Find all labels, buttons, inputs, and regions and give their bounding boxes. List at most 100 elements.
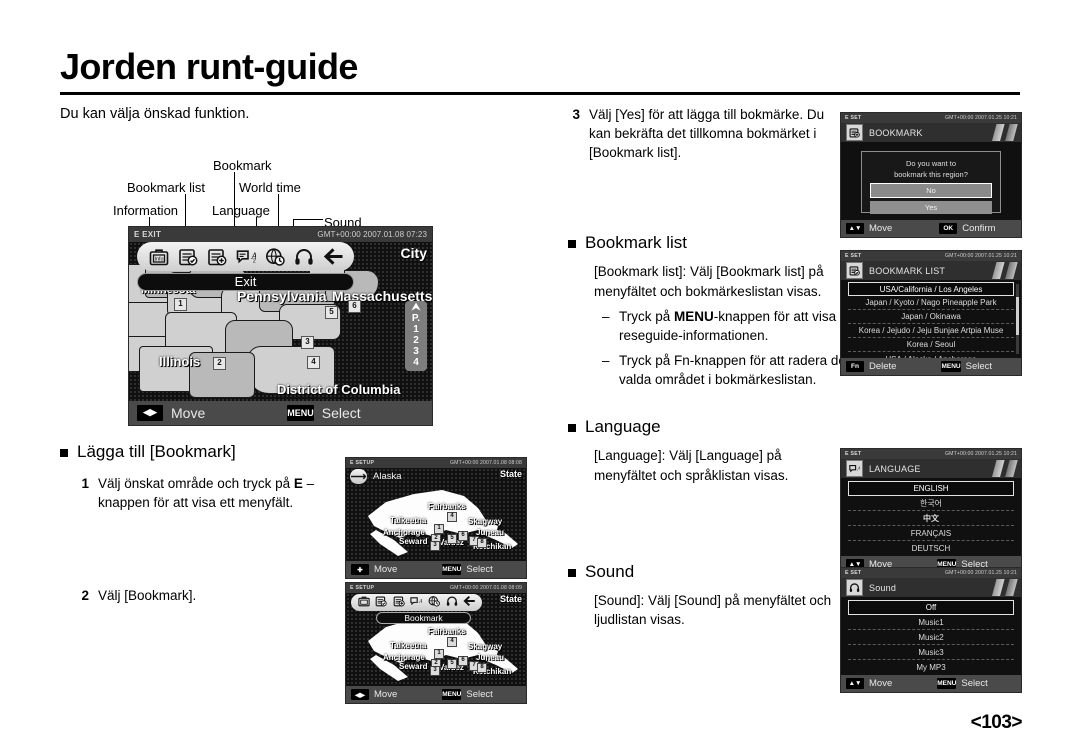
section-heading-add-bookmark-label: Lägga till [Bookmark] xyxy=(77,441,236,461)
sound-icon[interactable] xyxy=(294,247,314,266)
leader-sound-v xyxy=(293,218,294,226)
language-option-korean[interactable]: 한국어 xyxy=(848,496,1014,511)
bookmark-list-paragraph: [Bookmark list]: Välj [Bookmark list] på… xyxy=(594,264,824,299)
pager-page-1[interactable]: 1 xyxy=(405,324,427,335)
lcd-alaska2-menu-bar[interactable]: A xyxy=(351,594,482,611)
right-arrow-icon[interactable]: ⟶ xyxy=(350,469,367,484)
lcd-alaska2-select-label: Select xyxy=(466,689,493,700)
pager-page-3[interactable]: 3 xyxy=(405,346,427,357)
lcd-alaska-state-map[interactable]: E SETUP GMT+00:00 2007.01.08 08:08 Fairb… xyxy=(345,457,527,579)
lcd-alaska2-move-label: Move xyxy=(374,689,398,700)
ak2-city-seward: Seward xyxy=(399,662,428,671)
lcd-main-highlight-exit[interactable]: Exit xyxy=(137,272,354,291)
pager-page-4[interactable]: 4 xyxy=(405,357,427,368)
language-option-francais[interactable]: FRANÇAIS xyxy=(848,526,1014,541)
lcd-alaska2-bottombar: ◀▶ Move MENU Select xyxy=(346,686,526,703)
svg-text:2: 2 xyxy=(252,258,255,264)
bookmark-list-item-0[interactable]: USA/California / Los Angeles xyxy=(848,282,1014,296)
dialog-no-button[interactable]: No xyxy=(870,183,992,198)
sound-option-music3[interactable]: Music3 xyxy=(848,645,1014,660)
sound-option-off[interactable]: Off xyxy=(848,600,1014,615)
lcd-language[interactable]: E SET GMT+00:00 2007.01.25 10:21 A LANGU… xyxy=(840,448,1022,574)
lcd-confirm-status-right: GMT+00:00 2007.01.25 10:21 xyxy=(945,115,1017,121)
lcd-bmlist-status-left: E SET xyxy=(845,253,862,259)
menu-key-chip[interactable]: MENU xyxy=(941,361,961,372)
lcd-alaska-bookmark-menu[interactable]: E SETUP GMT+00:00 2007.01.08 08:09 Fairb… xyxy=(345,582,527,704)
lcd-confirm-status-left: E SET xyxy=(845,115,862,121)
language-icon[interactable]: A xyxy=(410,594,423,612)
confirm-dialog[interactable]: Do you want to bookmark this region? No … xyxy=(861,151,1001,214)
map-marker-2[interactable]: 2 xyxy=(213,356,226,370)
dialog-yes-button[interactable]: Yes xyxy=(870,201,992,214)
sound-options[interactable]: Off Music1 Music2 Music3 My MP3 xyxy=(848,600,1014,672)
dpad-lr-icon[interactable]: ◀▶ xyxy=(137,404,163,421)
fn-key-chip[interactable]: Fn xyxy=(846,361,864,372)
lcd-alaska1-bottombar: ✚ Move MENU Select xyxy=(346,561,526,578)
menu-key-chip[interactable]: MENU xyxy=(442,689,462,700)
map-marker-1[interactable]: 1 xyxy=(174,297,187,311)
language-option-chinese[interactable]: 中文 xyxy=(848,511,1014,526)
sound-option-music1[interactable]: Music1 xyxy=(848,615,1014,630)
dpad-4way-icon[interactable]: ✚ xyxy=(351,564,369,575)
bookmark-list-options[interactable]: USA/California / Los Angeles Japan / Kyo… xyxy=(848,282,1014,364)
bookmark-list-icon[interactable] xyxy=(375,594,388,612)
map-marker-4[interactable]: 4 xyxy=(307,355,320,369)
bookmark-add-icon[interactable] xyxy=(207,247,227,266)
bookmark-list-item-2[interactable]: Japan / Okinawa xyxy=(848,310,1014,324)
menu-key-chip[interactable]: MENU xyxy=(442,564,462,575)
bookmark-add-icon[interactable] xyxy=(393,594,405,612)
lcd-world-tour-map[interactable]: E EXIT GMT+00:00 2007.01.08 07:23 Illino… xyxy=(128,225,433,426)
info-icon[interactable] xyxy=(358,594,370,612)
ok-key-chip[interactable]: OK xyxy=(939,223,958,234)
ak1-city-fairbanks: Fairbanks xyxy=(428,502,466,511)
lcd-bookmark-list[interactable]: E SET GMT+00:00 2007.01.25 10:21 BOOKMAR… xyxy=(840,250,1022,376)
bookmark-list-item-1[interactable]: Japan / Kyoto / Nago Pineapple Park xyxy=(848,296,1014,310)
lcd-sound[interactable]: E SET GMT+00:00 2007.01.25 10:21 Sound O… xyxy=(840,567,1022,693)
bookmark-list-item-3[interactable]: Korea / Jejudo / Jeju Bunjae Artpia Muse xyxy=(848,324,1014,338)
dpad-lr-icon[interactable]: ◀▶ xyxy=(351,689,369,700)
corner-decoration xyxy=(973,579,1019,596)
lcd-bookmark-confirm[interactable]: E SET GMT+00:00 2007.01.25 10:21 BOOKMAR… xyxy=(840,112,1022,238)
dpad-ud-icon[interactable]: ▲▼ xyxy=(846,223,864,234)
lcd-main-menu-bar[interactable]: Info A2 xyxy=(137,241,354,271)
bookmark-list-icon xyxy=(846,262,863,279)
lcd-alaska2-highlight-bookmark[interactable]: Bookmark xyxy=(376,612,471,624)
menu-key-chip[interactable]: MENU xyxy=(937,678,957,689)
dpad-ud-icon[interactable]: ▲▼ xyxy=(846,678,864,689)
corner-decoration xyxy=(973,460,1019,477)
list-scrollbar[interactable] xyxy=(1016,284,1019,354)
bookmark-list-icon[interactable] xyxy=(178,247,198,266)
sound-option-music2[interactable]: Music2 xyxy=(848,630,1014,645)
map-marker-6[interactable]: 6 xyxy=(348,299,361,313)
world-time-icon[interactable] xyxy=(265,247,285,266)
lcd-main-statusbar: E EXIT GMT+00:00 2007.01.08 07:23 xyxy=(129,226,432,242)
section-bullet-icon xyxy=(60,448,68,457)
bookmark-list-item-4[interactable]: Korea / Seoul xyxy=(848,338,1014,352)
menu-key-chip[interactable]: MENU xyxy=(287,404,314,421)
language-paragraph: [Language]: Välj [Language] på menyfälte… xyxy=(594,448,789,483)
language-option-english[interactable]: ENGLISH xyxy=(848,481,1014,496)
lcd-alaska1-move-label: Move xyxy=(374,564,398,575)
sound-icon[interactable] xyxy=(446,594,458,612)
exit-icon[interactable] xyxy=(323,247,343,266)
step-3: 3 Välj [Yes] för att lägga till bokmärke… xyxy=(568,105,836,162)
exit-icon[interactable] xyxy=(463,594,475,612)
world-time-icon[interactable] xyxy=(428,594,440,612)
page-indicator[interactable]: ⮝ P. 1 2 3 4 xyxy=(405,300,427,371)
lcd-sound-title: Sound xyxy=(869,582,897,593)
map-marker-5[interactable]: 5 xyxy=(325,305,338,319)
sound-option-my-mp3[interactable]: My MP3 xyxy=(848,660,1014,675)
pager-page-2[interactable]: 2 xyxy=(405,335,427,346)
section-heading-bookmark-list-label: Bookmark list xyxy=(585,233,688,253)
info-icon[interactable]: Info xyxy=(149,247,169,266)
section-bullet-icon xyxy=(568,568,576,577)
manual-page: Jorden runt-guide Du kan välja önskad fu… xyxy=(0,0,1080,752)
language-options[interactable]: ENGLISH 한국어 中文 FRANÇAIS DEUTSCH xyxy=(848,481,1014,553)
lcd-main-select-label: Select xyxy=(321,404,361,421)
ak1-city-talkeetna: Talkeetna xyxy=(390,516,427,525)
language-option-deutsch[interactable]: DEUTSCH xyxy=(848,541,1014,556)
map-marker-3[interactable]: 3 xyxy=(301,335,314,349)
section-heading-sound-label: Sound xyxy=(585,561,635,581)
ak2-city-anchorage: Anchorage xyxy=(383,653,425,662)
language-icon[interactable]: A2 xyxy=(236,247,256,266)
